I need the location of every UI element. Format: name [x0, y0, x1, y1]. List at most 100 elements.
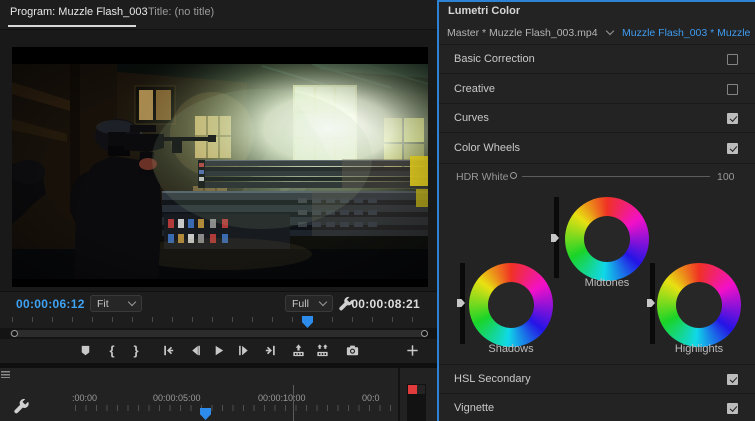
step-forward-icon: [238, 345, 248, 355]
section-label: Color Wheels: [454, 142, 521, 154]
section-curves[interactable]: Curves: [439, 104, 755, 133]
lumetri-clip-row: Master * Muzzle Flash_003.mp4 Muzzle Fla…: [439, 22, 755, 45]
lumetri-color-panel: Lumetri Color Master * Muzzle Flash_003.…: [437, 0, 755, 421]
section-label: Basic Correction: [454, 53, 535, 65]
section-enable-checkbox[interactable]: [727, 374, 738, 385]
monitor-zoom-scrollbar[interactable]: [0, 328, 437, 339]
section-enable-checkbox[interactable]: [727, 113, 738, 124]
program-monitor-tabbar: Program: Muzzle Flash_003 Title: (no tit…: [0, 0, 437, 29]
section-color-wheels[interactable]: Color Wheels: [439, 134, 755, 164]
audio-meter-channel: [417, 385, 425, 394]
lumetri-header: Lumetri Color: [439, 2, 755, 22]
play-icon: [215, 345, 223, 355]
midtones-color-wheel[interactable]: [565, 197, 649, 281]
transport-controls: { }: [0, 339, 437, 363]
mark-in-button[interactable]: {: [101, 339, 123, 361]
section-label: HSL Secondary: [454, 373, 531, 385]
active-tab-underline: [8, 25, 136, 27]
section-hsl-secondary[interactable]: HSL Secondary: [439, 365, 755, 394]
playback-resolution-value: Full: [292, 297, 309, 310]
zoom-level-dropdown[interactable]: Fit: [90, 295, 142, 312]
duration-timecode: 00:00:08:21: [351, 297, 420, 311]
video-preview: [12, 47, 428, 287]
zoom-level-value: Fit: [97, 297, 109, 310]
section-enable-checkbox[interactable]: [727, 143, 738, 154]
chevron-down-icon: [127, 297, 137, 307]
step-back-icon: [191, 345, 200, 355]
hdr-white-value[interactable]: 100: [717, 171, 735, 183]
ruler-label-0: :00:00: [72, 393, 98, 403]
highlights-label: Highlights: [674, 343, 724, 355]
button-editor-plus-button[interactable]: [401, 339, 423, 361]
go-to-out-button[interactable]: [259, 339, 281, 361]
shadows-label: Shadows: [488, 343, 534, 355]
ruler-label-2: 00:00:10:00: [258, 393, 306, 403]
lift-button[interactable]: [287, 339, 309, 361]
mark-out-icon: }: [133, 342, 139, 358]
monitor-controls-bar: 00:00:06:12 Fit Full 00:00:08:21: [0, 291, 437, 315]
mark-in-icon: {: [109, 342, 115, 358]
current-timecode[interactable]: 00:00:06:12: [16, 297, 85, 311]
hdr-white-slider-track[interactable]: [522, 176, 710, 177]
export-frame-icon: [346, 345, 358, 355]
sequence-clip-link[interactable]: Muzzle Flash_003 * Muzzle Flash_00...: [622, 27, 753, 39]
master-clip-selector[interactable]: Master * Muzzle Flash_003.mp4: [447, 27, 598, 39]
go-to-in-button[interactable]: [157, 339, 179, 361]
ruler-label-3: 00:0: [362, 393, 380, 403]
go-to-out-icon: [265, 345, 275, 355]
premiere-workspace: Program: Muzzle Flash_003 Title: (no tit…: [0, 0, 755, 421]
timeline-menu-icon[interactable]: [1, 371, 10, 378]
timeline-meter-divider[interactable]: [398, 368, 400, 421]
section-label: Curves: [454, 112, 489, 124]
sequence-end-marker: [293, 385, 294, 421]
step-forward-button[interactable]: [232, 339, 254, 361]
audio-meter: [407, 384, 426, 421]
audio-clip-indicator: [408, 385, 417, 394]
section-enable-checkbox[interactable]: [727, 54, 738, 65]
extract-icon: [316, 343, 328, 356]
step-back-button[interactable]: [184, 339, 206, 361]
section-vignette[interactable]: Vignette: [439, 394, 755, 421]
section-enable-checkbox[interactable]: [727, 84, 738, 95]
monitor-stage: [0, 29, 437, 291]
timeline-playhead[interactable]: [200, 408, 211, 420]
chevron-down-icon: [318, 297, 328, 307]
midtones-label: Midtones: [584, 277, 630, 289]
lift-icon: [292, 343, 304, 356]
tab-title-panel[interactable]: Title: (no title): [148, 6, 214, 18]
section-label: Creative: [454, 83, 495, 95]
extract-button[interactable]: [311, 339, 333, 361]
color-wheels-area: Midtones Shadows Highlights: [439, 192, 755, 365]
section-creative[interactable]: Creative: [439, 75, 755, 104]
section-basic-correction[interactable]: Basic Correction: [439, 45, 755, 74]
go-to-in-icon: [163, 345, 173, 355]
mark-out-button[interactable]: }: [125, 339, 147, 361]
hdr-white-label: HDR White: [456, 171, 509, 183]
hdr-white-slider-knob[interactable]: [510, 172, 517, 179]
zoom-scrollbar-left-handle[interactable]: [11, 330, 18, 337]
section-enable-checkbox[interactable]: [727, 403, 738, 414]
playback-resolution-dropdown[interactable]: Full: [285, 295, 333, 312]
tab-program-monitor[interactable]: Program: Muzzle Flash_003: [10, 6, 148, 18]
highlights-color-wheel[interactable]: [657, 263, 741, 347]
add-marker-icon: [81, 345, 89, 355]
timeline-ruler-ticks[interactable]: [75, 405, 397, 411]
add-marker-button[interactable]: [74, 339, 96, 361]
ruler-label-1: 00:00:05:00: [153, 393, 201, 403]
monitor-scrub-ruler[interactable]: [0, 315, 437, 328]
shadows-color-wheel[interactable]: [469, 263, 553, 347]
lumetri-panel-title[interactable]: Lumetri Color: [448, 5, 520, 17]
play-button[interactable]: [207, 339, 229, 361]
video-still-muzzle-flash: [12, 64, 428, 279]
zoom-scrollbar-track[interactable]: [10, 330, 428, 337]
hdr-white-row: HDR White 100: [439, 164, 755, 192]
plus-icon: [406, 344, 418, 356]
monitor-playhead[interactable]: [302, 316, 313, 328]
section-label: Vignette: [454, 402, 495, 414]
export-frame-button[interactable]: [341, 339, 363, 361]
ruler-ticks: [12, 317, 428, 322]
chevron-down-icon[interactable]: [605, 26, 615, 36]
timeline-panel: :00:00 00:00:05:00 00:00:10:00 00:0: [0, 368, 437, 421]
zoom-scrollbar-right-handle[interactable]: [421, 330, 428, 337]
timeline-settings-wrench-icon[interactable]: [13, 398, 30, 415]
